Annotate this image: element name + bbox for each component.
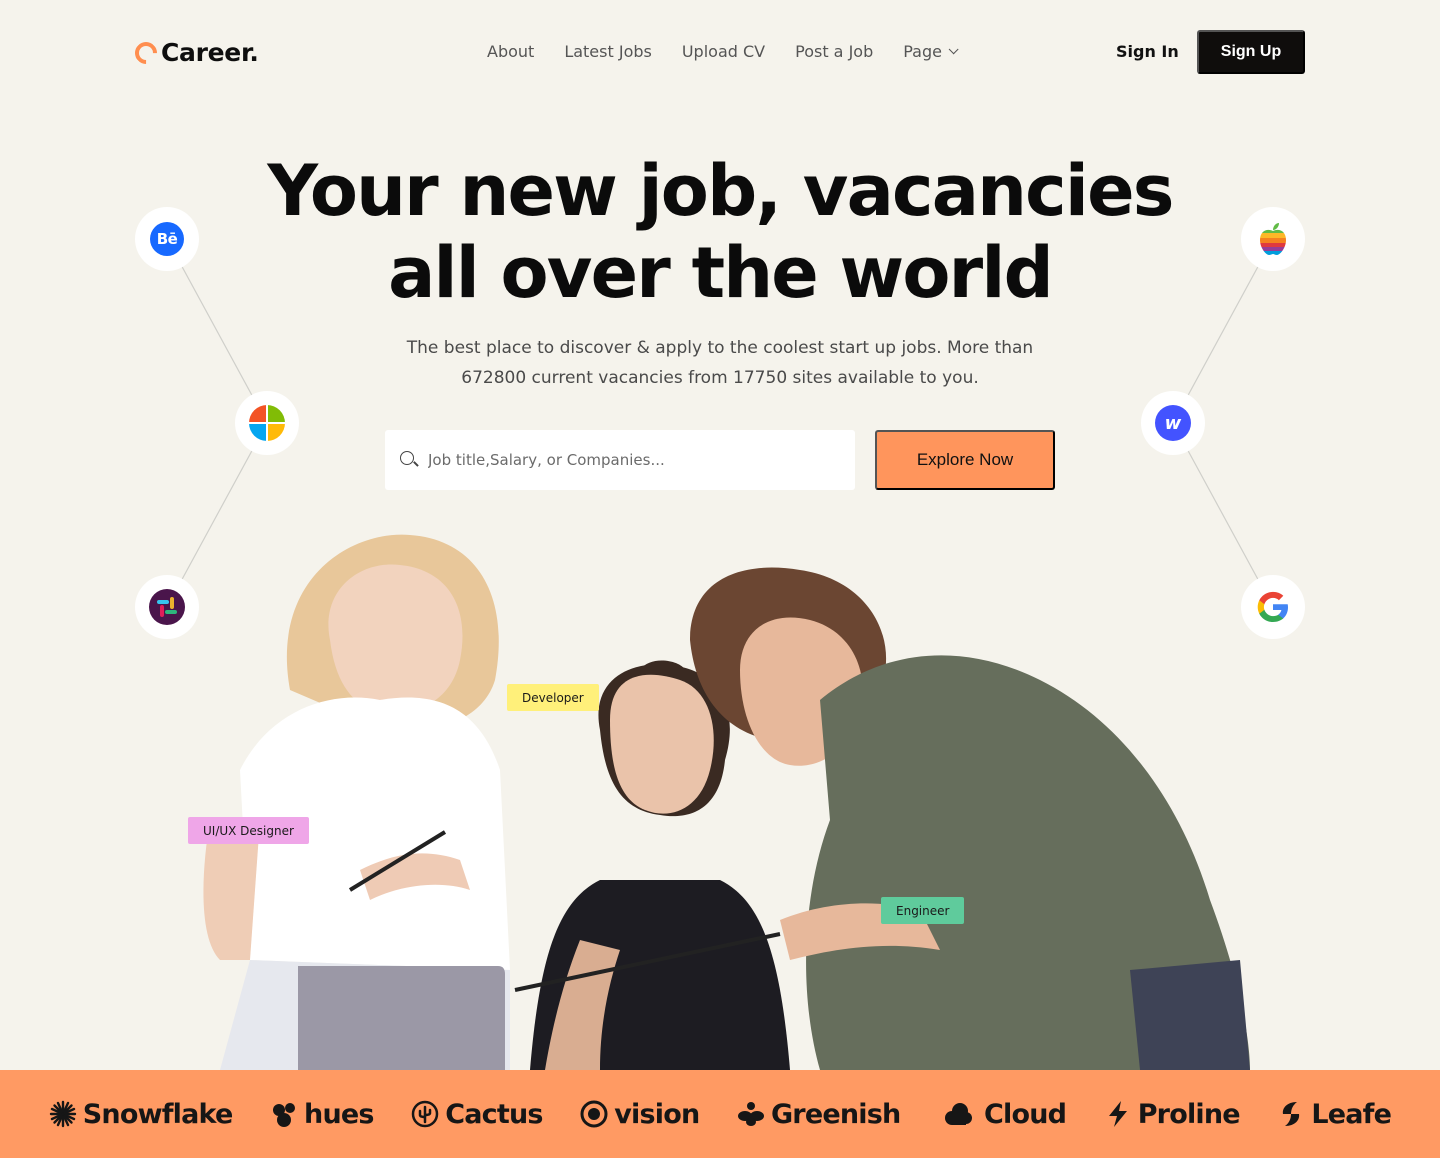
brand-name: hues <box>304 1098 374 1130</box>
hero-title-line-2: all over the world <box>388 232 1054 314</box>
webflow-bubble[interactable]: w <box>1141 391 1205 455</box>
vision-icon <box>580 1100 608 1128</box>
brand-name: Snowflake <box>82 1098 234 1130</box>
hero-title-line-1: Your new job, vacancies <box>267 150 1174 232</box>
behance-icon: Bē <box>150 222 184 256</box>
brand-leafe: Leafe <box>1277 1098 1392 1130</box>
greenish-icon <box>737 1102 764 1126</box>
brand-name: Proline <box>1137 1098 1241 1130</box>
brand-name: Cactus <box>445 1098 543 1130</box>
leafe-icon <box>1283 1102 1300 1126</box>
brand-vision: vision <box>580 1098 700 1130</box>
cloud-icon <box>944 1103 972 1125</box>
brand-name: Leafe <box>1311 1098 1392 1130</box>
hero-subtitle-line-2: 672800 current vacancies from 17750 site… <box>461 368 979 388</box>
apple-icon <box>1260 223 1286 255</box>
brand-hues: hues <box>270 1099 374 1130</box>
brand-name: vision <box>614 1098 700 1130</box>
hero-team-photo <box>203 534 1250 1070</box>
snowflake-icon <box>49 1100 76 1128</box>
brand-proline: Proline <box>1104 1098 1241 1130</box>
hero-subtitle-line-1: The best place to discover & apply to th… <box>406 338 1034 358</box>
tag-ux-designer: UI/UX Designer <box>188 817 309 844</box>
microsoft-icon <box>249 405 285 441</box>
proline-icon <box>1108 1101 1127 1127</box>
job-search-input[interactable] <box>428 451 828 469</box>
explore-now-button[interactable]: Explore Now <box>875 430 1055 490</box>
brand-name: Greenish <box>770 1098 901 1130</box>
search-icon <box>400 451 419 469</box>
behance-bubble[interactable]: Bē <box>135 207 199 271</box>
brand-cactus: Cactus <box>411 1098 543 1130</box>
brand-greenish: Greenish <box>737 1098 901 1130</box>
hues-icon <box>273 1103 296 1127</box>
partner-logos-strip: Snowflake hues Cactus vision Greenish Cl… <box>0 1070 1440 1158</box>
tag-engineer: Engineer <box>881 897 965 924</box>
brand-cloud: Cloud <box>938 1098 1067 1130</box>
brand-name: Cloud <box>983 1098 1067 1130</box>
tag-developer: Developer <box>507 684 599 711</box>
google-icon <box>1257 591 1288 622</box>
hero-subtitle: The best place to discover & apply to th… <box>360 333 1080 393</box>
webflow-icon: w <box>1155 405 1191 441</box>
cactus-icon <box>411 1100 439 1128</box>
job-search-box <box>385 430 855 490</box>
hero-title: Your new job, vacancies all over the wor… <box>0 150 1440 314</box>
brand-snowflake: Snowflake <box>49 1099 233 1130</box>
apple-bubble[interactable] <box>1241 207 1305 271</box>
microsoft-bubble[interactable] <box>235 391 299 455</box>
